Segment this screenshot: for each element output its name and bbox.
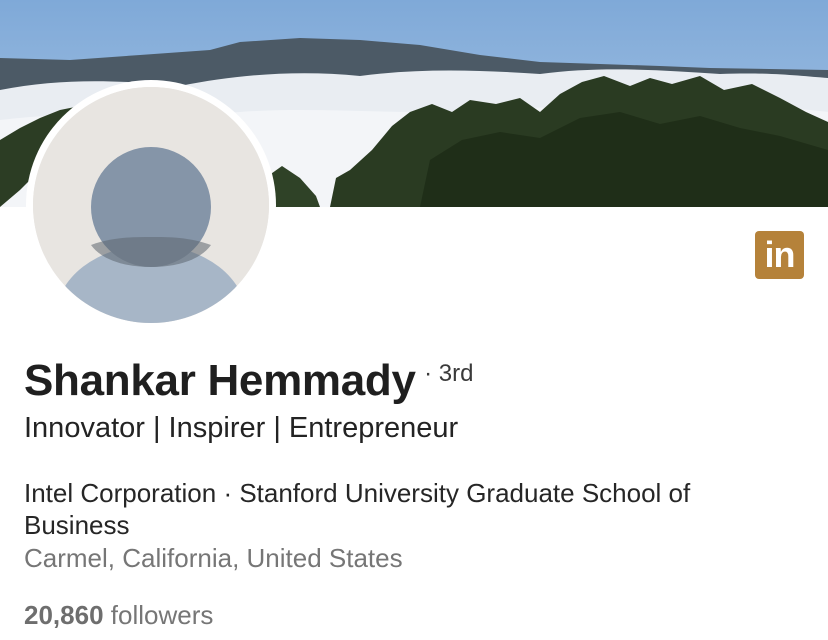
followers-count[interactable]: 20,860 followers xyxy=(24,600,213,631)
linkedin-icon[interactable]: in xyxy=(755,231,804,279)
profile-location: Carmel, California, United States xyxy=(24,543,403,573)
connection-degree: · 3rd xyxy=(424,360,474,387)
profile-organizations[interactable]: Intel Corporation · Stanford University … xyxy=(24,477,784,541)
followers-number: 20,860 xyxy=(24,600,104,630)
profile-name: Shankar Hemmady xyxy=(24,356,416,405)
followers-label: followers xyxy=(110,600,214,630)
profile-name-row: Shankar Hemmady · 3rd xyxy=(24,356,474,406)
default-person-icon xyxy=(33,87,269,323)
profile-headline: Innovator | Inspirer | Entrepreneur xyxy=(24,412,459,444)
profile-avatar[interactable] xyxy=(26,80,276,330)
